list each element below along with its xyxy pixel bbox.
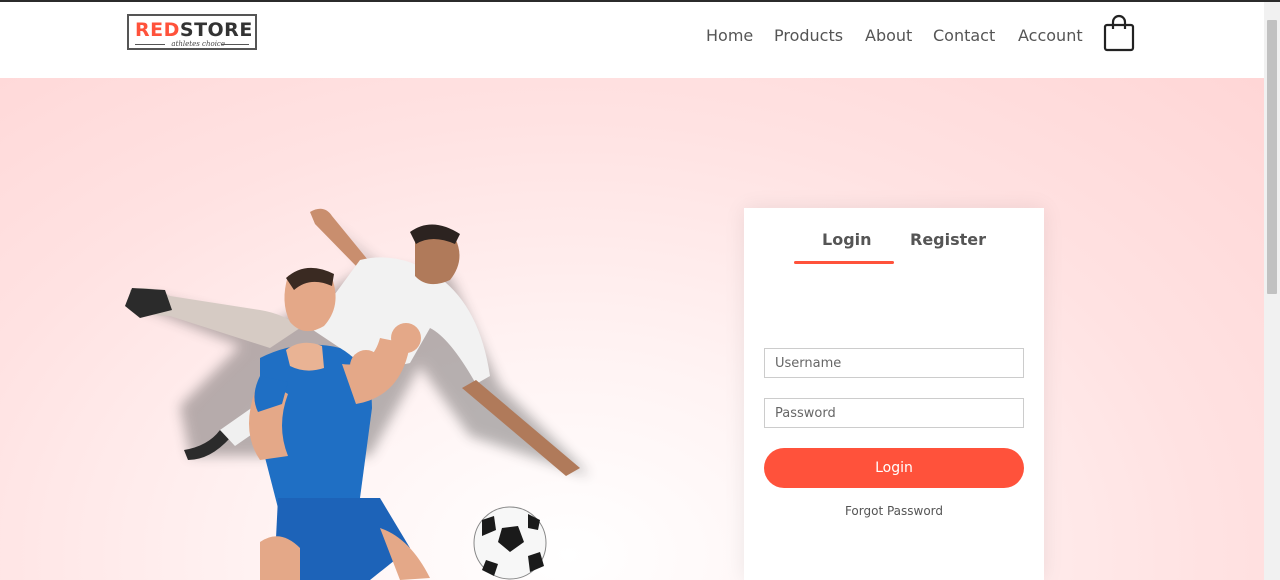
nav-home[interactable]: Home [706, 26, 753, 45]
login-card: Login Register Login Forgot Password [744, 208, 1044, 580]
page: REDSTORE athletes choice Home Products A… [0, 0, 1280, 580]
password-input[interactable] [764, 398, 1024, 428]
forgot-password-link[interactable]: Forgot Password [744, 504, 1044, 518]
football-players-image [125, 208, 590, 580]
login-button[interactable]: Login [764, 448, 1024, 488]
username-input[interactable] [764, 348, 1024, 378]
nav-about[interactable]: About [865, 26, 912, 45]
logo-underline [135, 44, 165, 45]
logo-text-dark: STORE [179, 19, 253, 41]
logo-text: REDSTORE [135, 19, 252, 41]
logo-underline-right [221, 44, 249, 45]
vertical-scrollbar[interactable] [1264, 2, 1280, 580]
logo-text-red: RED [135, 19, 180, 41]
header: REDSTORE athletes choice Home Products A… [0, 2, 1264, 78]
tab-register[interactable]: Register [910, 230, 986, 249]
nav-products[interactable]: Products [774, 26, 843, 45]
nav-contact[interactable]: Contact [933, 26, 995, 45]
logo[interactable]: REDSTORE athletes choice [127, 14, 257, 50]
scrollbar-thumb[interactable] [1267, 20, 1277, 294]
active-tab-indicator [794, 261, 894, 264]
shopping-bag-icon[interactable] [1102, 14, 1136, 52]
logo-tagline: athletes choice [171, 40, 225, 48]
tab-login[interactable]: Login [822, 230, 872, 249]
hero-section: Login Register Login Forgot Password [0, 78, 1264, 580]
nav-account[interactable]: Account [1018, 26, 1083, 45]
